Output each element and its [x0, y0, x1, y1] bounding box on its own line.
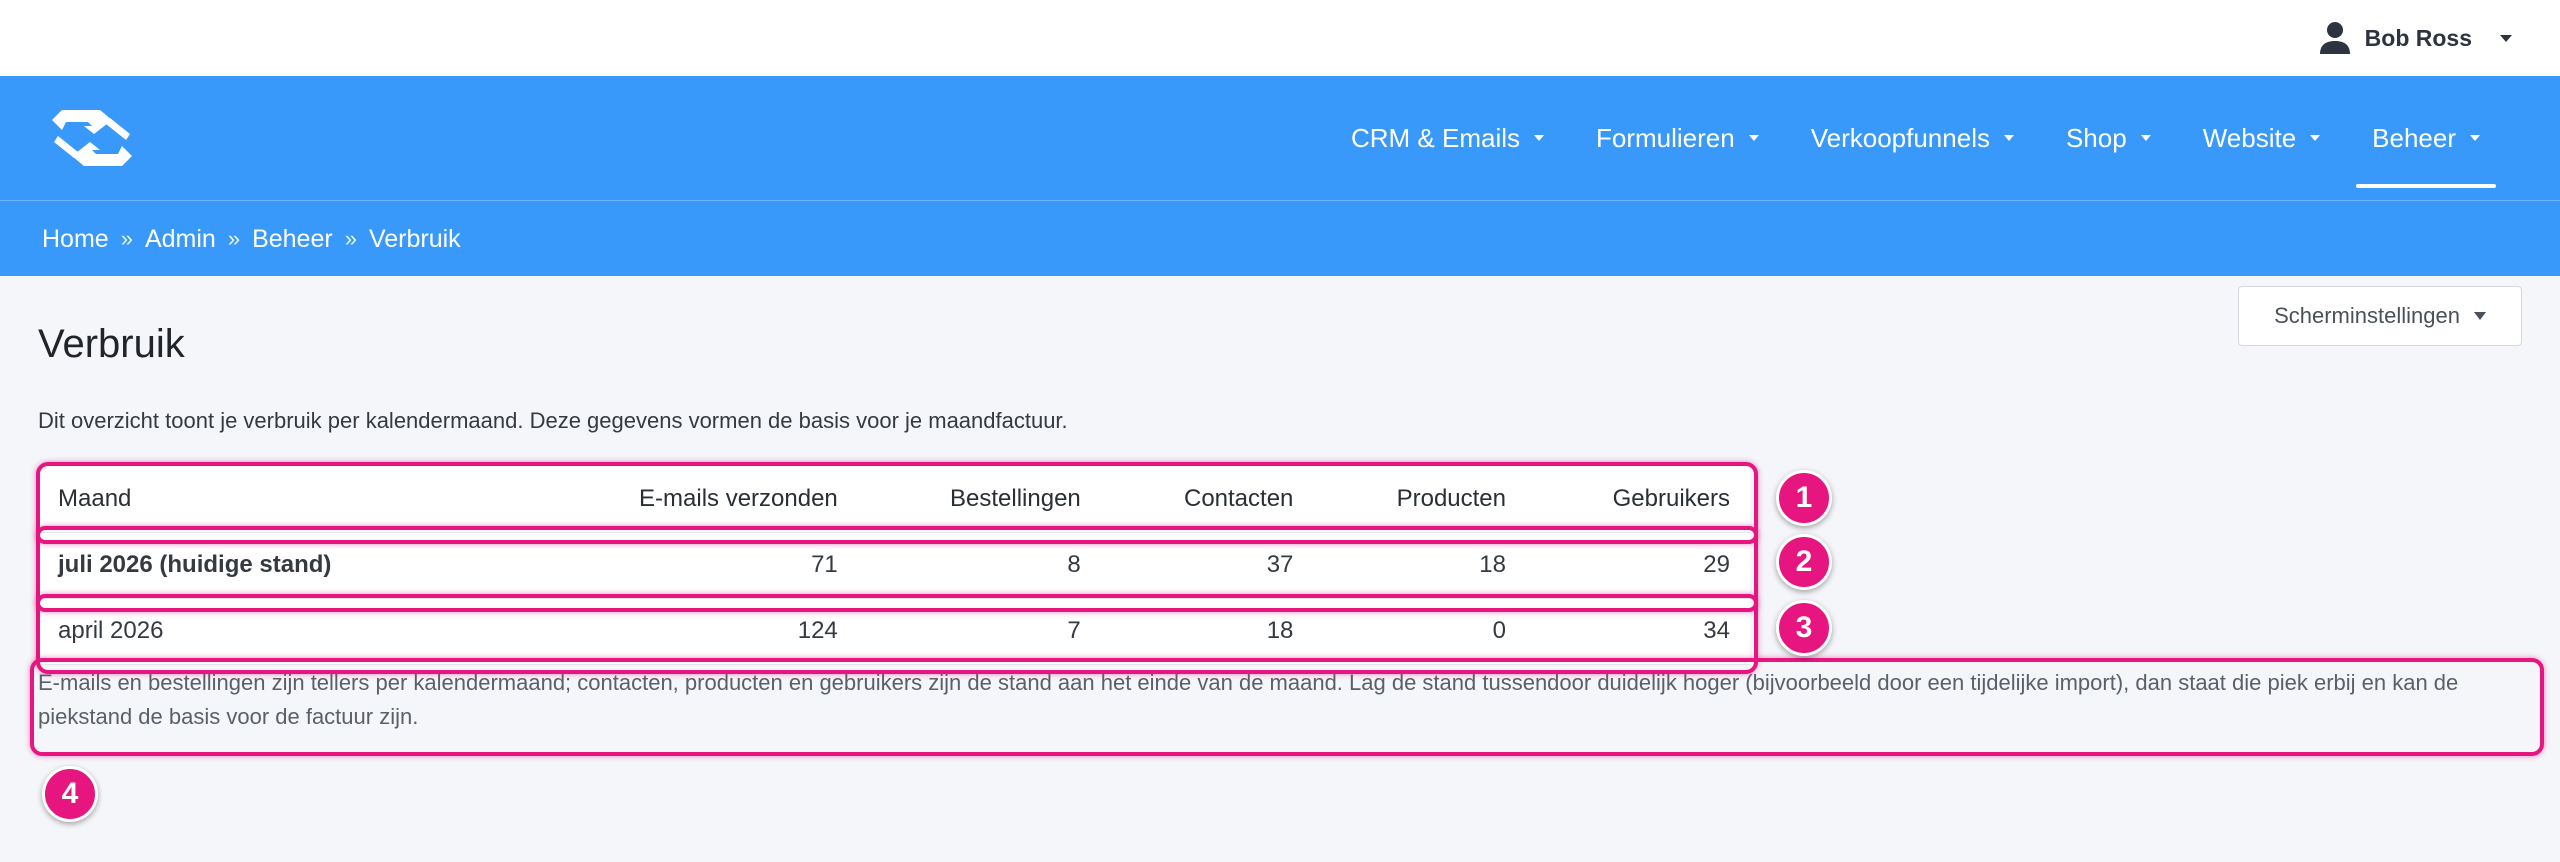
nav-item-label: Formulieren	[1596, 122, 1735, 153]
intro-text: Dit overzicht toont je verbruik per kale…	[38, 408, 1068, 433]
nav-item-label: Shop	[2065, 122, 2127, 153]
caret-down-icon	[2473, 312, 2486, 320]
breadcrumb-home[interactable]: Home	[42, 225, 109, 254]
chevron-down-icon	[2500, 34, 2512, 42]
person-icon	[2319, 22, 2350, 54]
logo-mark-icon[interactable]	[48, 106, 136, 170]
nav-item-verkoopfunnels[interactable]: Verkoopfunnels	[1785, 76, 2040, 200]
chevron-down-icon	[2003, 135, 2014, 141]
annotation-badge-4: 4	[42, 766, 98, 822]
screen-settings-label: Scherminstellingen	[2274, 303, 2460, 328]
annotation-badge-3: 3	[1776, 600, 1832, 656]
screen-settings-button[interactable]: Scherminstellingen	[2238, 286, 2522, 346]
chevron-down-icon	[2140, 135, 2151, 141]
breadcrumb-verbruik: Verbruik	[368, 224, 461, 253]
nav-item-formulieren[interactable]: Formulieren	[1570, 76, 1785, 200]
main-navbar: CRM & Emails Formulieren Verkoopfunnels …	[0, 76, 2560, 200]
app-root: Bob Ross CRM & Emails Formulieren Verkoo…	[0, 0, 2560, 862]
chevron-down-icon	[2470, 135, 2480, 141]
user-menu[interactable]: Bob Ross	[2319, 18, 2512, 58]
nav-item-shop[interactable]: Shop	[2040, 76, 2177, 200]
breadcrumb-beheer[interactable]: Beheer	[252, 225, 333, 254]
breadcrumb-separator: »	[120, 226, 133, 251]
nav-item-website[interactable]: Website	[2177, 76, 2346, 200]
chevron-down-icon	[1748, 135, 1759, 141]
breadcrumb-separator: »	[227, 226, 241, 251]
nav-item-label: CRM & Emails	[1350, 122, 1520, 153]
nav-item-crm-emails[interactable]: CRM & Emails	[1325, 76, 1570, 200]
nav-item-beheer[interactable]: Beheer	[2346, 76, 2506, 200]
user-name: Bob Ross	[2364, 24, 2472, 51]
annotation-badge-2: 2	[1776, 534, 1832, 590]
annotation-box-1	[36, 462, 1758, 674]
nav-item-label: Website	[2202, 122, 2297, 153]
nav-menu: CRM & Emails Formulieren Verkoopfunnels …	[1325, 76, 2506, 200]
breadcrumb-separator: »	[344, 226, 357, 251]
annotation-badge-1: 1	[1776, 470, 1832, 526]
annotation-box-4	[30, 658, 2544, 756]
annotation-box-2	[36, 526, 1758, 544]
chevron-down-icon	[2310, 135, 2321, 141]
page-title: Verbruik	[38, 322, 185, 366]
nav-item-label: Beheer	[2372, 122, 2456, 153]
top-user-bar: Bob Ross	[0, 0, 2560, 76]
nav-item-label: Verkoopfunnels	[1810, 122, 1990, 153]
breadcrumb: Home » Admin » Beheer » Verbruik	[42, 201, 461, 277]
chevron-down-icon	[1534, 135, 1544, 141]
breadcrumb-admin[interactable]: Admin	[145, 225, 216, 254]
breadcrumb-bar: Home » Admin » Beheer » Verbruik	[0, 200, 2560, 276]
annotation-box-3	[36, 594, 1758, 612]
